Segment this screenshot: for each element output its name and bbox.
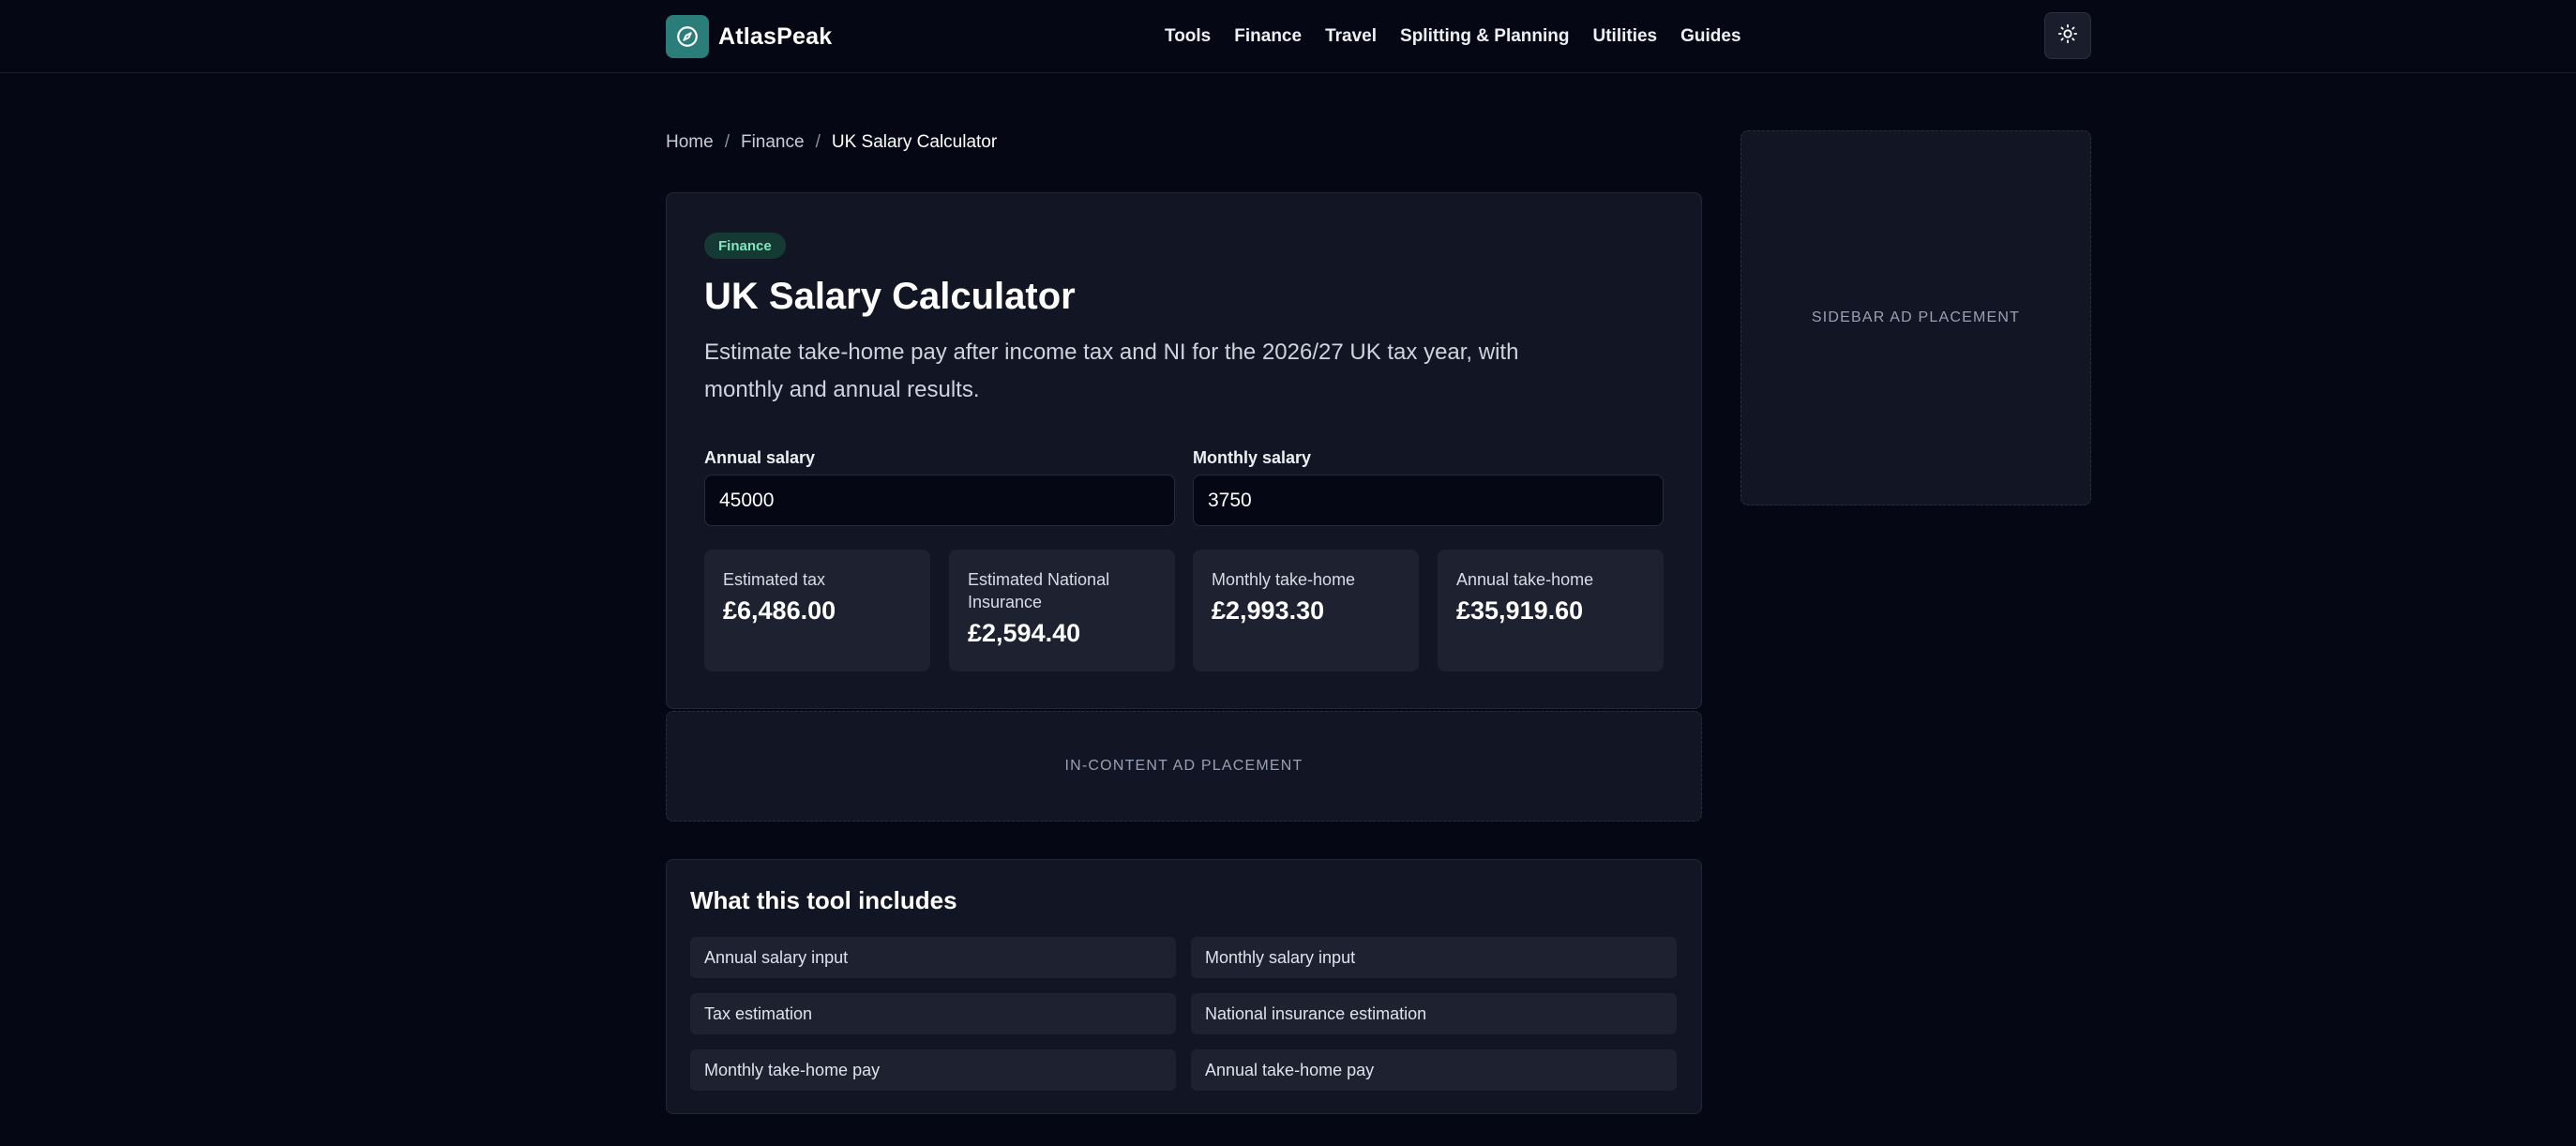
result-value: £35,919.60 [1456,596,1584,625]
nav-tools[interactable]: Tools [1165,26,1211,47]
breadcrumb: Home / Finance / UK Salary Calculator [666,131,997,154]
sun-icon [2057,23,2078,49]
feature-item: National insurance estimation [1191,993,1677,1034]
feature-item: Monthly take-home pay [690,1049,1176,1091]
monthly-salary-label: Monthly salary [1193,448,1312,467]
tool-includes-card: What this tool includes Annual salary in… [666,859,1702,1114]
feature-item: Annual take-home pay [1191,1049,1677,1091]
result-value: £2,594.40 [968,619,1081,647]
nav-guides[interactable]: Guides [1680,26,1740,47]
feature-item: Monthly salary input [1191,937,1677,978]
includes-title: What this tool includes [690,886,957,914]
site-header: AtlasPeak Tools Finance Travel Splitting… [0,0,2576,73]
nav-utilities[interactable]: Utilities [1593,26,1658,47]
theme-toggle-button[interactable] [2044,12,2091,59]
in-content-ad-placement: IN-CONTENT AD PLACEMENT [666,711,1702,822]
sidebar-ad-placement: SIDEBAR AD PLACEMENT [1740,130,2091,505]
breadcrumb-current: UK Salary Calculator [831,132,998,152]
nav-splitting-planning[interactable]: Splitting & Planning [1400,26,1569,47]
page-description: Estimate take-home pay after income tax … [704,339,1519,402]
annual-salary-input[interactable] [704,475,1175,526]
breadcrumb-home[interactable]: Home [666,132,714,153]
breadcrumb-separator: / [815,132,821,152]
result-annual-take-home: Annual take-home £35,919.60 [1438,550,1664,671]
category-badge: Finance [704,233,786,259]
nav-travel[interactable]: Travel [1325,26,1377,47]
result-label: Estimated tax [723,570,826,589]
logo-text: AtlasPeak [718,23,833,50]
result-value: £2,993.30 [1212,596,1325,625]
result-label: Annual take-home [1456,570,1594,589]
annual-salary-label: Annual salary [704,448,816,467]
breadcrumb-separator: / [724,132,730,152]
result-monthly-take-home: Monthly take-home £2,993.30 [1193,550,1419,671]
calculator-card: Finance UK Salary Calculator Estimate ta… [666,192,1702,709]
result-value: £6,486.00 [723,596,836,625]
result-estimated-ni: Estimated National Insurance £2,594.40 [949,550,1175,671]
result-label: Estimated National Insurance [968,570,1110,611]
feature-item: Tax estimation [690,993,1176,1034]
breadcrumb-finance[interactable]: Finance [741,132,805,153]
feature-item: Annual salary input [690,937,1176,978]
result-estimated-tax: Estimated tax £6,486.00 [704,550,930,671]
main-nav: Tools Finance Travel Splitting & Plannin… [1165,23,1741,51]
result-label: Monthly take-home [1212,570,1356,589]
monthly-salary-input[interactable] [1193,475,1664,526]
nav-finance[interactable]: Finance [1234,26,1302,47]
compass-icon [666,15,709,58]
site-logo[interactable]: AtlasPeak [666,15,832,58]
page-title: UK Salary Calculator [704,276,1076,317]
